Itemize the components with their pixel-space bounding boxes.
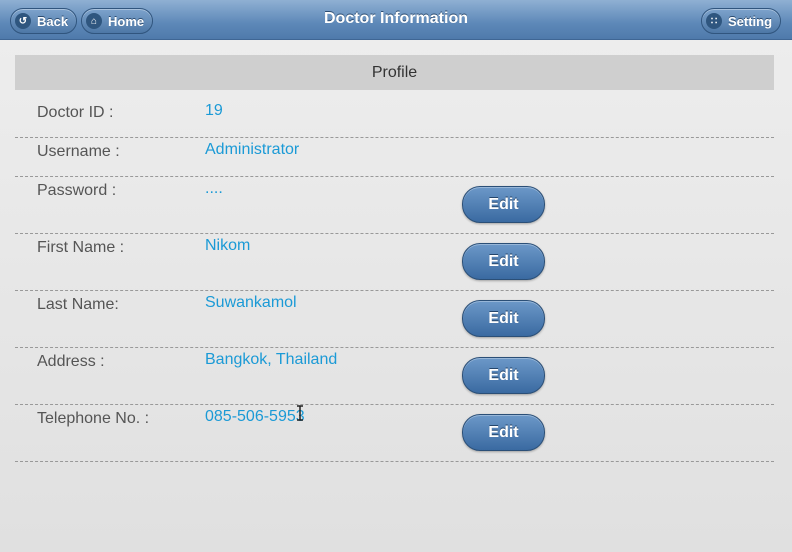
edit-first-name-button[interactable]: Edit	[462, 243, 545, 280]
text-cursor-icon	[297, 405, 303, 421]
password-value: ....	[205, 180, 223, 197]
edit-password-button[interactable]: Edit	[462, 186, 545, 223]
username-value: Administrator	[205, 141, 300, 158]
doctor-id-row: Doctor ID : 19	[15, 90, 774, 138]
address-row: Address : Bangkok, Thailand Edit	[15, 348, 774, 405]
setting-button[interactable]: ∷ Setting	[701, 8, 782, 34]
page-title: Doctor Information	[324, 10, 468, 27]
username-label: Username :	[37, 143, 120, 160]
doctor-id-value: 19	[205, 102, 223, 119]
setting-label: Setting	[728, 13, 773, 29]
last-name-label: Last Name:	[37, 296, 119, 313]
telephone-value: 085-506-5953	[205, 408, 305, 425]
last-name-value: Suwankamol	[205, 294, 297, 311]
first-name-value: Nikom	[205, 237, 251, 254]
header-bar: ↺ Back ⌂ Home Doctor Information ∷ Setti…	[0, 0, 792, 40]
profile-section-header: Profile	[15, 55, 774, 90]
doctor-id-label: Doctor ID :	[37, 104, 114, 121]
grid-icon: ∷	[706, 13, 722, 29]
address-label: Address :	[37, 353, 105, 370]
edit-telephone-button[interactable]: Edit	[462, 414, 545, 451]
username-row: Username : Administrator	[15, 138, 774, 177]
password-row: Password : .... Edit	[15, 177, 774, 234]
telephone-row: Telephone No. : 085-506-5953 Edit	[15, 405, 774, 462]
password-label: Password :	[37, 182, 117, 199]
first-name-label: First Name :	[37, 239, 125, 256]
telephone-label: Telephone No. :	[37, 410, 150, 427]
first-name-row: First Name : Nikom Edit	[15, 234, 774, 291]
last-name-row: Last Name: Suwankamol Edit	[15, 291, 774, 348]
edit-address-button[interactable]: Edit	[462, 357, 545, 394]
edit-last-name-button[interactable]: Edit	[462, 300, 545, 337]
address-value: Bangkok, Thailand	[205, 351, 338, 368]
